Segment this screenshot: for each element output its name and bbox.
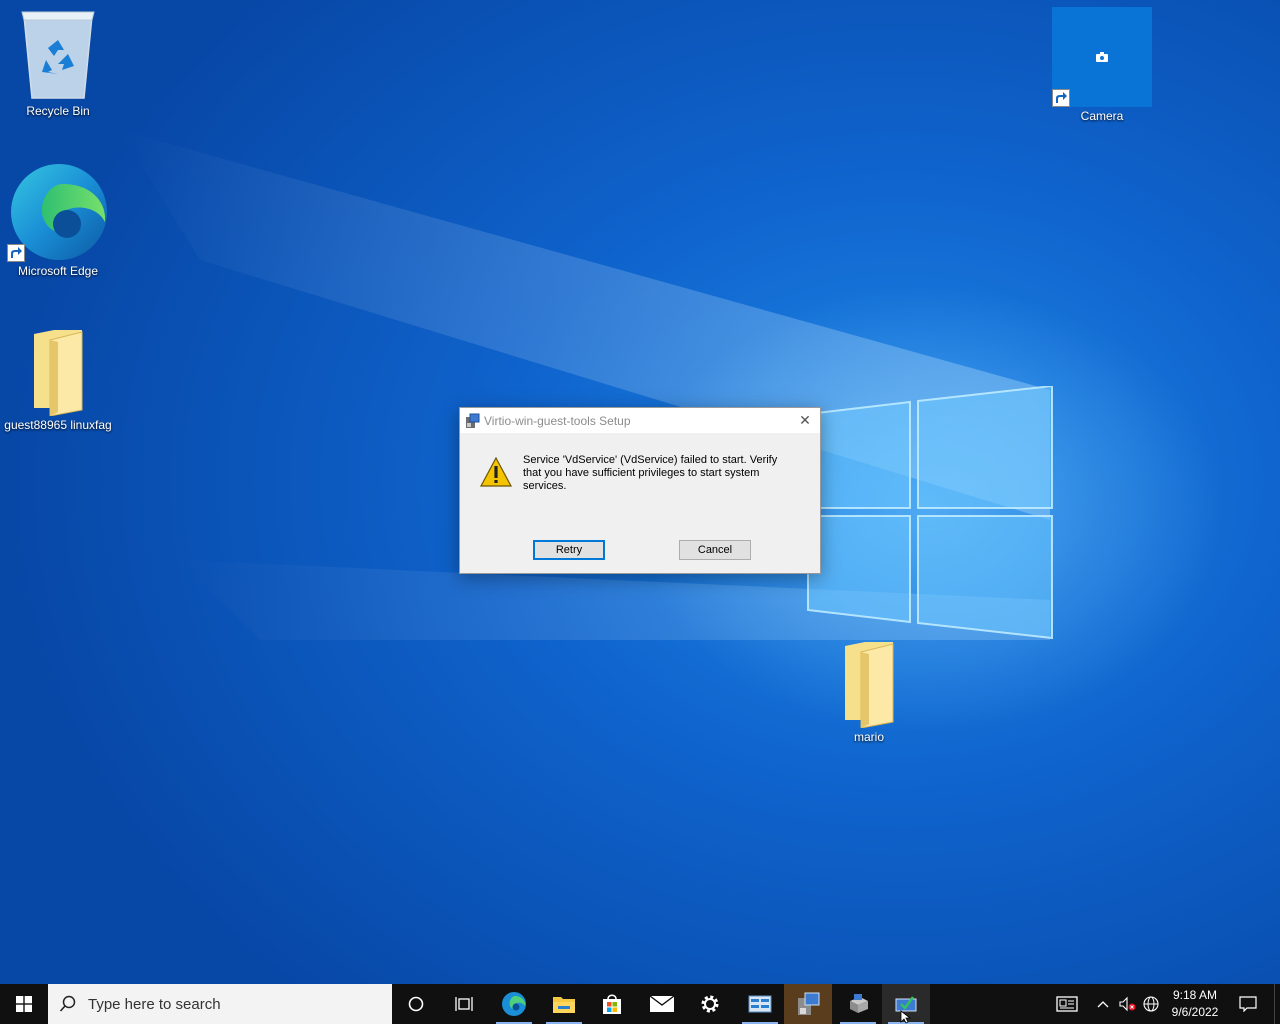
taskbar-file-explorer[interactable] (540, 984, 588, 1024)
cancel-button[interactable]: Cancel (679, 540, 751, 560)
mouse-cursor-icon (900, 1010, 912, 1024)
desktop-icon-label: Recycle Bin (26, 104, 90, 118)
setup-error-dialog: Virtio-win-guest-tools Setup ✕ Service '… (459, 407, 821, 574)
mail-icon (649, 995, 675, 1012)
desktop-icon-microsoft-edge[interactable]: Microsoft Edge (3, 162, 113, 278)
task-view-button[interactable] (440, 984, 488, 1024)
search-placeholder: Type here to search (88, 995, 221, 1013)
taskbar: Type here to search 9:18 AM 9/6/2022 (0, 984, 1280, 1024)
search-icon (59, 995, 76, 1012)
file-explorer-icon (553, 997, 575, 1013)
recycle-bin-icon (21, 11, 95, 99)
search-box[interactable]: Type here to search (48, 984, 392, 1024)
desktop: Recycle Bin Microsoft Edge guest88965 li… (0, 0, 1280, 984)
globe-network-icon (1143, 996, 1159, 1012)
show-desktop-button[interactable] (1274, 984, 1280, 1024)
desktop-icon-recycle-bin[interactable]: Recycle Bin (3, 10, 113, 118)
taskbar-server-manager[interactable] (834, 984, 882, 1024)
dialog-message: Service 'VdService' (VdService) failed t… (523, 454, 778, 492)
dialog-titlebar[interactable]: Virtio-win-guest-tools Setup ✕ (460, 408, 820, 433)
news-and-interests-button[interactable] (1052, 984, 1082, 1024)
volume-muted-icon (1119, 996, 1136, 1012)
shortcut-arrow-icon (7, 244, 25, 262)
desktop-icon-camera[interactable]: Camera (1047, 7, 1157, 123)
cortana-icon (408, 996, 424, 1012)
taskbar-store[interactable] (588, 984, 636, 1024)
system-clock[interactable]: 9:18 AM 9/6/2022 (1160, 984, 1230, 1024)
store-icon (603, 994, 621, 1014)
folder-icon (34, 330, 83, 417)
taskbar-setup-installer[interactable] (784, 984, 832, 1024)
retry-button[interactable]: Retry (533, 540, 605, 560)
volume-button[interactable] (1116, 984, 1138, 1024)
clock-time: 9:18 AM (1172, 988, 1218, 1002)
taskbar-control-panel[interactable] (736, 984, 784, 1024)
desktop-icon-guest-folder[interactable]: guest88965 linuxfag (3, 328, 113, 432)
camera-icon (1096, 52, 1108, 62)
task-view-icon (455, 997, 473, 1011)
windows-logo-wallpaper (807, 386, 1053, 640)
folder-icon (845, 642, 894, 729)
clock-date: 9/6/2022 (1171, 1005, 1219, 1019)
desktop-icon-label: mario (853, 730, 884, 744)
setup-installer-icon (466, 413, 480, 428)
action-center-button[interactable] (1234, 984, 1262, 1024)
edge-icon (502, 992, 526, 1016)
control-panel-icon (748, 995, 772, 1013)
desktop-icon-label: Microsoft Edge (17, 264, 99, 278)
settings-icon (701, 995, 719, 1013)
taskbar-edge[interactable] (490, 984, 538, 1024)
taskbar-settings[interactable] (686, 984, 734, 1024)
dialog-title: Virtio-win-guest-tools Setup (484, 413, 631, 428)
desktop-icon-mario-folder[interactable]: mario (814, 640, 924, 744)
news-icon (1056, 996, 1078, 1012)
start-button[interactable] (0, 984, 48, 1024)
taskbar-mail[interactable] (638, 984, 686, 1024)
chevron-up-icon (1097, 1001, 1109, 1008)
windows-start-icon (16, 996, 32, 1012)
show-hidden-icons-button[interactable] (1094, 984, 1112, 1024)
warning-icon (480, 457, 512, 487)
desktop-icon-label: guest88965 linuxfag (4, 418, 112, 432)
network-button[interactable] (1140, 984, 1162, 1024)
close-icon[interactable]: ✕ (790, 408, 820, 433)
shortcut-arrow-icon (1052, 89, 1070, 107)
server-manager-icon (850, 994, 868, 1013)
cortana-button[interactable] (392, 984, 440, 1024)
setup-installer-icon (798, 992, 820, 1015)
desktop-icon-label: Camera (1080, 109, 1124, 123)
notification-icon (1239, 996, 1257, 1012)
